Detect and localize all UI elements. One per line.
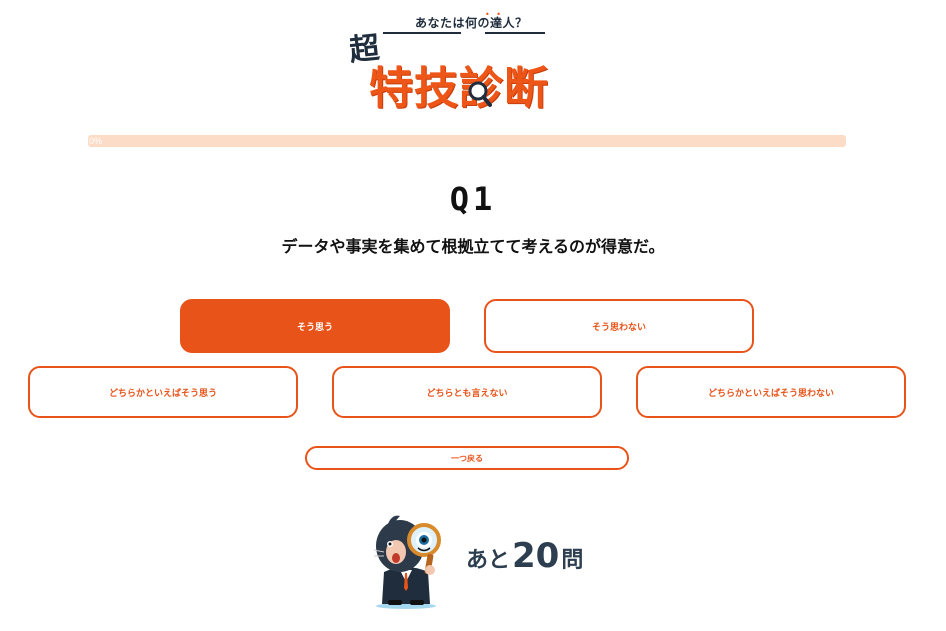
logo-underline-right <box>485 32 545 34</box>
diagnosis-page: • • あなたは何の達人？ 超 特技診断 0% Q1 データや事実を集めて根拠立… <box>0 0 946 631</box>
answer-agree-button[interactable]: そう思う <box>180 299 450 353</box>
answer-neutral-button[interactable]: どちらとも言えない <box>332 366 602 418</box>
back-button[interactable]: 一つ戻る <box>305 446 629 470</box>
question-number: Q1 <box>449 180 497 218</box>
logo-underline-left <box>383 32 461 34</box>
detective-mascot-icon <box>373 515 441 609</box>
question-text: データや事実を集めて根拠立てて考えるのが得意だ。 <box>281 237 665 256</box>
remaining-prefix: あと <box>466 548 511 573</box>
remaining-suffix: 問 <box>561 548 584 573</box>
progress-label: 0% <box>89 136 103 146</box>
logo-subtitle: あなたは何の達人？ <box>415 16 528 30</box>
app-logo: • • あなたは何の達人？ 超 特技診断 <box>345 10 585 114</box>
remaining-count: あと20問 <box>466 536 583 576</box>
answer-disagree-button[interactable]: そう思わない <box>484 299 754 353</box>
remaining-number: 20 <box>512 536 560 576</box>
answer-somewhat-agree-button[interactable]: どちらかといえばそう思う <box>28 366 298 418</box>
magnifier-icon <box>468 81 492 107</box>
answer-somewhat-disagree-button[interactable]: どちらかといえばそう思わない <box>636 366 906 418</box>
logo-title: 特技診断 <box>369 63 549 114</box>
progress-bar: 0% <box>88 135 846 147</box>
